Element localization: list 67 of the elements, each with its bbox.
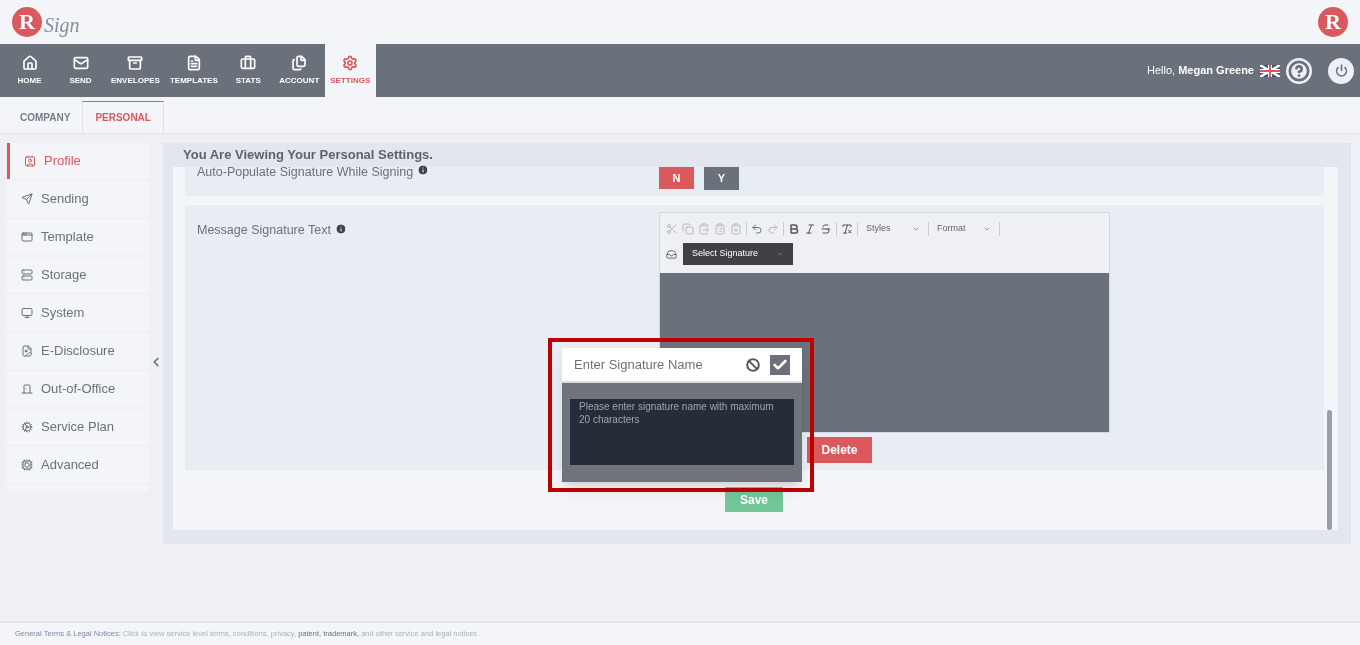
sidebar-icon [21, 269, 33, 281]
sidebar-icon [21, 231, 33, 243]
sidebar-item[interactable]: E-Disclosure [7, 333, 149, 369]
sidebar-icon [24, 155, 36, 167]
italic-icon[interactable] [804, 223, 816, 235]
flag-icon [1260, 64, 1280, 77]
sidebar-icon [21, 345, 33, 357]
sidebar-icon [21, 421, 33, 433]
nav-icon [291, 54, 308, 71]
sidebar-item[interactable]: Service Plan [7, 409, 149, 445]
power-icon [1334, 64, 1348, 77]
nav-icon [21, 54, 38, 71]
logo-letter: R [1325, 11, 1341, 33]
help-icon [1288, 59, 1310, 82]
nav-tab[interactable]: ENVELOPES [106, 44, 165, 97]
power-button[interactable] [1328, 57, 1354, 84]
popup-title: Enter Signature Name [574, 355, 703, 374]
nav-icon [127, 54, 144, 71]
confirm-button[interactable] [770, 354, 790, 375]
nav-tab[interactable]: SEND [55, 44, 106, 97]
clear-format-icon[interactable] [841, 223, 853, 235]
nav-icon [185, 54, 202, 71]
caret-icon [983, 225, 991, 233]
nav-icon [72, 54, 89, 71]
info-icon [417, 164, 430, 176]
sidebar-icon [21, 383, 33, 395]
sidebar-item[interactable]: Template [7, 219, 149, 255]
nav-icon [342, 54, 359, 71]
info-icon [334, 223, 347, 235]
nav-tab[interactable]: SETTINGS [324, 44, 376, 97]
greeting-text: Hello, Megan Greene [1147, 63, 1254, 79]
nav-tab[interactable]: ACCOUNT [273, 44, 325, 97]
scrollbar-thumb[interactable] [1327, 410, 1332, 530]
toggle-option[interactable]: Y [704, 167, 739, 190]
nav-tab[interactable]: HOME [4, 44, 55, 97]
undo-icon[interactable] [751, 223, 763, 235]
logo-letter: R [19, 11, 35, 33]
sidebar-item[interactable]: Storage [7, 257, 149, 293]
sidebar-icon [21, 307, 33, 319]
delete-button[interactable]: Delete [807, 437, 872, 463]
format-dropdown[interactable]: Format [933, 222, 995, 236]
sidebar-item[interactable]: Profile [7, 143, 149, 179]
nav-tab[interactable]: STATS [222, 44, 274, 97]
scope-tab[interactable]: COMPANY [8, 101, 83, 133]
styles-dropdown[interactable]: Styles [862, 222, 924, 236]
sidebar-item[interactable]: Out-of-Office [7, 371, 149, 407]
logo-script: Sign [44, 13, 80, 37]
help-button[interactable] [1286, 57, 1312, 84]
toggle-option[interactable]: N [659, 167, 694, 189]
caret-icon [912, 225, 920, 233]
scope-tab[interactable]: PERSONAL [82, 101, 164, 133]
caret-icon [776, 250, 784, 258]
panel-heading: You Are Viewing Your Personal Settings. [183, 146, 433, 165]
sidebar-item[interactable]: Advanced [7, 447, 149, 483]
cancel-icon[interactable] [746, 357, 760, 372]
strikethrough-icon[interactable] [820, 223, 832, 235]
sidebar-item[interactable]: Sending [7, 181, 149, 217]
nav-icon [240, 54, 257, 71]
sidebar-icon [21, 193, 33, 205]
setting-label: Auto-Populate Signature While Signing [197, 164, 414, 181]
sidebar-icon [21, 459, 33, 471]
nav-tab[interactable]: TEMPLATES [164, 44, 223, 97]
setting-label: Message Signature Text [197, 222, 331, 239]
bold-icon[interactable] [788, 223, 800, 235]
signature-name-field[interactable]: Please enter signature name with maximum 20 characters [570, 399, 794, 465]
sidebar-item[interactable]: System [7, 295, 149, 331]
select-signature-dropdown[interactable]: Select Signature [683, 243, 793, 265]
